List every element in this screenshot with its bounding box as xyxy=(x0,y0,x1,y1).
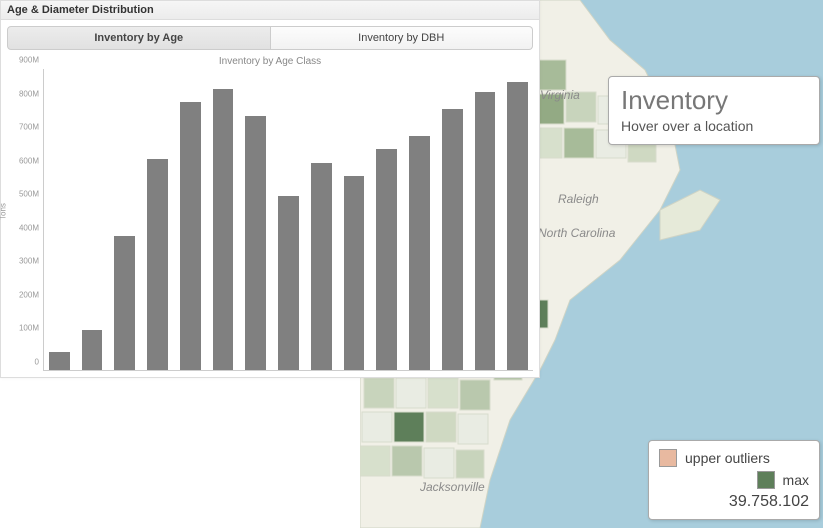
chart-title: Inventory by Age Class xyxy=(1,56,539,67)
y-tick: 600M xyxy=(19,156,39,165)
bars-container xyxy=(44,69,533,370)
bar[interactable] xyxy=(82,330,103,370)
y-tick: 100M xyxy=(19,324,39,333)
legend-row-outliers: upper outliers xyxy=(659,449,809,467)
y-tick: 200M xyxy=(19,290,39,299)
bar[interactable] xyxy=(278,196,299,370)
y-tick: 0 xyxy=(35,358,39,367)
panel-header: Age & Diameter Distribution xyxy=(1,1,539,20)
legend-row-max: max xyxy=(659,471,809,489)
map-info-subtitle: Hover over a location xyxy=(621,118,807,134)
legend-outliers-label: upper outliers xyxy=(685,450,770,466)
chart-panel: Age & Diameter Distribution Inventory by… xyxy=(0,0,540,378)
swatch-outlier-icon xyxy=(659,449,677,467)
map-info-title: Inventory xyxy=(621,85,807,116)
bar[interactable] xyxy=(180,102,201,370)
y-tick: 300M xyxy=(19,257,39,266)
legend-max-value: 39.758.102 xyxy=(659,493,809,511)
bar[interactable] xyxy=(475,92,496,370)
bar[interactable] xyxy=(442,109,463,370)
bar[interactable] xyxy=(147,159,168,370)
chart-plot xyxy=(43,69,533,371)
y-tick: 500M xyxy=(19,190,39,199)
swatch-max-icon xyxy=(757,471,775,489)
bar[interactable] xyxy=(376,149,397,370)
bar[interactable] xyxy=(49,352,70,370)
tab-inventory-by-dbh[interactable]: Inventory by DBH xyxy=(271,26,534,50)
bar[interactable] xyxy=(213,89,234,370)
bar[interactable] xyxy=(409,136,430,370)
map-info-box: Inventory Hover over a location xyxy=(608,76,820,145)
bar[interactable] xyxy=(245,116,266,370)
bar[interactable] xyxy=(344,176,365,370)
map-legend: upper outliers max 39.758.102 xyxy=(648,440,820,520)
chart-area: Tons 0100M200M300M400M500M600M700M800M90… xyxy=(1,69,539,377)
y-axis-label: Tons xyxy=(0,203,8,220)
y-tick: 900M xyxy=(19,56,39,65)
y-tick: 800M xyxy=(19,89,39,98)
bar[interactable] xyxy=(114,236,135,370)
y-tick: 400M xyxy=(19,223,39,232)
legend-max-label: max xyxy=(783,472,809,488)
tab-inventory-by-age[interactable]: Inventory by Age xyxy=(7,26,271,50)
bar[interactable] xyxy=(507,82,528,370)
bar[interactable] xyxy=(311,163,332,370)
y-tick: 700M xyxy=(19,123,39,132)
tab-row: Inventory by Age Inventory by DBH xyxy=(1,20,539,50)
y-axis: Tons 0100M200M300M400M500M600M700M800M90… xyxy=(3,69,43,371)
